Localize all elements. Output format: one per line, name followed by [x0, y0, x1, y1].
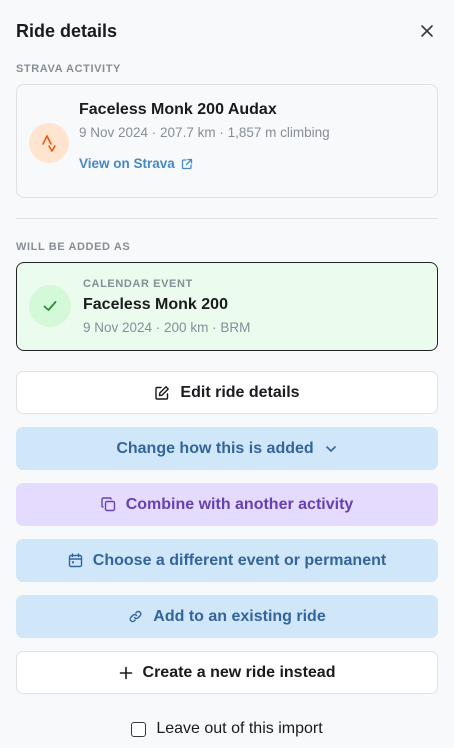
event-meta: 9 Nov 2024 · 200 km · BRM: [83, 320, 251, 335]
event-avatar: [29, 285, 71, 327]
panel-header: Ride details: [16, 18, 438, 44]
event-title: Faceless Monk 200: [83, 296, 228, 313]
edit-ride-details-label: Edit ride details: [180, 383, 300, 401]
calendar-event-card[interactable]: CALENDAR EVENT Faceless Monk 200 9 Nov 2…: [16, 262, 438, 351]
leave-out-import-checkbox[interactable]: Leave out of this import: [0, 718, 454, 740]
strava-activity-card: Faceless Monk 200 Audax 9 Nov 2024 · 207…: [16, 84, 438, 198]
change-how-added-button[interactable]: Change how this is added: [16, 427, 438, 470]
plus-icon: [119, 666, 133, 680]
add-to-existing-ride-button[interactable]: Add to an existing ride: [16, 595, 438, 638]
create-new-ride-label: Create a new ride instead: [142, 663, 336, 681]
leave-out-import-label: Leave out of this import: [156, 720, 323, 737]
section-divider: [16, 218, 438, 219]
combine-activity-button[interactable]: Combine with another activity: [16, 483, 438, 526]
check-icon: [43, 301, 57, 311]
view-on-strava-label: View on Strava: [79, 156, 175, 171]
close-icon: [421, 25, 433, 37]
edit-icon: [154, 385, 170, 401]
strava-icon: [42, 135, 56, 152]
edit-ride-details-button[interactable]: Edit ride details: [16, 371, 438, 414]
copy-icon: [101, 497, 116, 512]
event-type-label: CALENDAR EVENT: [83, 278, 193, 290]
external-link-icon: [181, 158, 192, 169]
calendar-icon: [68, 553, 83, 568]
combine-activity-label: Combine with another activity: [125, 495, 354, 513]
added-section-label: WILL BE ADDED AS: [16, 241, 131, 253]
choose-event-label: Choose a different event or permanent: [92, 551, 387, 569]
view-on-strava-link[interactable]: View on Strava: [79, 156, 193, 171]
change-how-added-label: Change how this is added: [116, 439, 314, 457]
choose-event-button[interactable]: Choose a different event or permanent: [16, 539, 438, 582]
panel-title: Ride details: [16, 20, 118, 41]
strava-section-label: STRAVA ACTIVITY: [16, 63, 121, 75]
close-button[interactable]: [416, 20, 438, 42]
chevron-down-icon: [324, 442, 338, 456]
strava-avatar: [29, 123, 69, 163]
add-to-existing-ride-label: Add to an existing ride: [153, 607, 326, 625]
create-new-ride-button[interactable]: Create a new ride instead: [16, 651, 438, 694]
strava-activity-title: Faceless Monk 200 Audax: [79, 101, 277, 118]
strava-activity-meta: 9 Nov 2024 · 207.7 km · 1,857 m climbing: [79, 125, 330, 140]
checkbox-box[interactable]: [131, 721, 147, 737]
link-icon: [128, 609, 143, 624]
